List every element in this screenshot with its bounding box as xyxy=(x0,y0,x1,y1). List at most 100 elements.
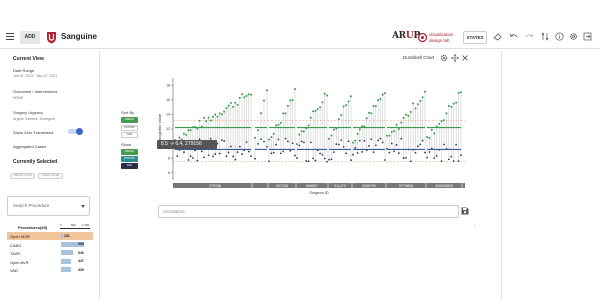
postop-point xyxy=(374,144,377,147)
menu-icon[interactable] xyxy=(6,33,14,41)
postop-point xyxy=(221,139,223,142)
clear-icon[interactable] xyxy=(493,32,502,41)
preop-point xyxy=(323,92,326,95)
postop-point xyxy=(332,151,335,154)
surgery-urgency-value[interactable]: Urgent, Elective, Emergent xyxy=(13,117,55,121)
procedure-count-bar xyxy=(61,258,72,264)
preop-point xyxy=(238,96,241,99)
preop-point xyxy=(321,101,324,104)
settings-gear-icon[interactable] xyxy=(569,32,578,41)
sort-icon[interactable] xyxy=(541,32,550,41)
postop-point xyxy=(428,151,431,153)
postop-point xyxy=(214,153,217,155)
preop-point xyxy=(309,116,312,119)
y-tick-label: 14 xyxy=(166,113,170,117)
annotation-placeholder: Annotation xyxy=(163,209,185,214)
save-icon[interactable] xyxy=(461,207,469,215)
procedure-row[interactable]: TAVR 540 xyxy=(7,249,93,257)
postop-point xyxy=(433,157,436,159)
preop-point xyxy=(400,121,403,124)
dumbbell-chart[interactable]: 181614121086Hemoglobin Value279156267245… xyxy=(155,70,470,205)
add-button[interactable]: ADD xyxy=(20,31,40,44)
postop-point xyxy=(395,144,398,146)
search-procedure-input[interactable]: Search Procedure xyxy=(7,196,90,216)
preop-point xyxy=(381,93,384,96)
preop-point xyxy=(289,99,292,102)
preop-point xyxy=(421,96,424,99)
sort-postop-button[interactable]: POSTOP xyxy=(121,125,138,131)
university-logo-icon xyxy=(47,32,56,44)
preop-point xyxy=(247,93,250,96)
preop-point xyxy=(316,108,319,111)
preop-point xyxy=(212,115,214,118)
postop-point xyxy=(270,152,273,155)
postop-point xyxy=(236,151,239,154)
axis-tick: 1,000 xyxy=(82,223,89,227)
postop-point xyxy=(379,137,382,140)
drag-move-icon[interactable] xyxy=(451,54,459,62)
postop-point xyxy=(421,139,424,142)
chart-title: Dumbbell Chart xyxy=(403,55,435,60)
chevron-down-icon[interactable] xyxy=(81,205,85,208)
postop-point xyxy=(400,137,403,140)
show-gap-button[interactable]: GAP xyxy=(121,163,138,169)
clear-filter-chip[interactable]: CLEAR FILTER xyxy=(38,173,63,179)
create-filter-chip[interactable]: CREATE FILTER xyxy=(10,173,35,179)
procedure-row[interactable]: VAD 439 xyxy=(7,266,93,274)
preop-point xyxy=(352,141,354,144)
top-bar: ADD Sanguine ARUP visualization design l… xyxy=(0,27,600,49)
y-tick-label: 16 xyxy=(166,98,170,102)
procedure-row[interactable]: CABG 998 xyxy=(7,241,93,249)
preop-point xyxy=(386,134,388,137)
postop-point xyxy=(238,145,241,148)
close-icon[interactable] xyxy=(461,54,469,62)
preop-point xyxy=(220,113,223,116)
postop-point xyxy=(291,142,294,145)
show-preop-button[interactable]: PREOP xyxy=(121,149,138,155)
preop-point xyxy=(312,110,315,113)
app-title: Sanguine xyxy=(61,32,98,41)
preop-point xyxy=(326,94,328,97)
chart-settings-gear-icon[interactable] xyxy=(440,54,448,62)
surgeon-id-label: 011473 xyxy=(334,184,346,188)
postop-point xyxy=(393,150,396,153)
outcomes-value[interactable]: NONE xyxy=(13,96,23,100)
preop-point xyxy=(282,112,285,115)
sort-preop-button[interactable]: PREOP xyxy=(121,117,138,123)
preop-point xyxy=(388,134,391,137)
annotation-input[interactable]: Annotation xyxy=(158,205,459,218)
procedures-header: Procedures(69) xyxy=(18,225,48,230)
sort-gap-button[interactable]: GAP xyxy=(121,132,138,138)
preop-point xyxy=(457,91,460,94)
postop-point xyxy=(409,160,412,163)
procedure-name: TAVR xyxy=(10,251,21,256)
procedure-row[interactable]: Open AVR 447 xyxy=(7,258,93,266)
postop-point xyxy=(323,157,326,160)
procedure-row[interactable]: Open MVR 231 xyxy=(7,232,93,240)
postop-point xyxy=(300,140,303,143)
postop-point xyxy=(309,141,312,144)
postop-point xyxy=(289,149,292,152)
preop-point xyxy=(307,124,310,127)
postop-point xyxy=(245,141,248,144)
preop-point xyxy=(377,99,380,102)
preop-point xyxy=(372,105,375,108)
info-icon[interactable] xyxy=(555,32,564,41)
preop-point xyxy=(340,114,343,117)
preop-point xyxy=(452,102,455,105)
undo-icon[interactable] xyxy=(509,32,518,41)
states-button[interactable]: STATES xyxy=(463,31,487,44)
postop-point xyxy=(402,157,405,160)
date-range-value[interactable]: Jan 01, 2014 - Sep 22, 2021 xyxy=(13,74,57,78)
preop-point xyxy=(279,121,282,124)
zero-transfused-toggle[interactable] xyxy=(68,128,83,135)
preop-point xyxy=(319,106,322,109)
chevron-right-icon: › xyxy=(474,222,476,227)
postop-point xyxy=(223,140,226,143)
show-postop-button[interactable]: POSTOP xyxy=(121,156,138,162)
preop-point xyxy=(207,116,210,119)
preop-point xyxy=(298,133,301,136)
redo-icon[interactable] xyxy=(525,32,534,41)
postop-point xyxy=(347,140,350,143)
logout-icon[interactable] xyxy=(583,32,592,41)
